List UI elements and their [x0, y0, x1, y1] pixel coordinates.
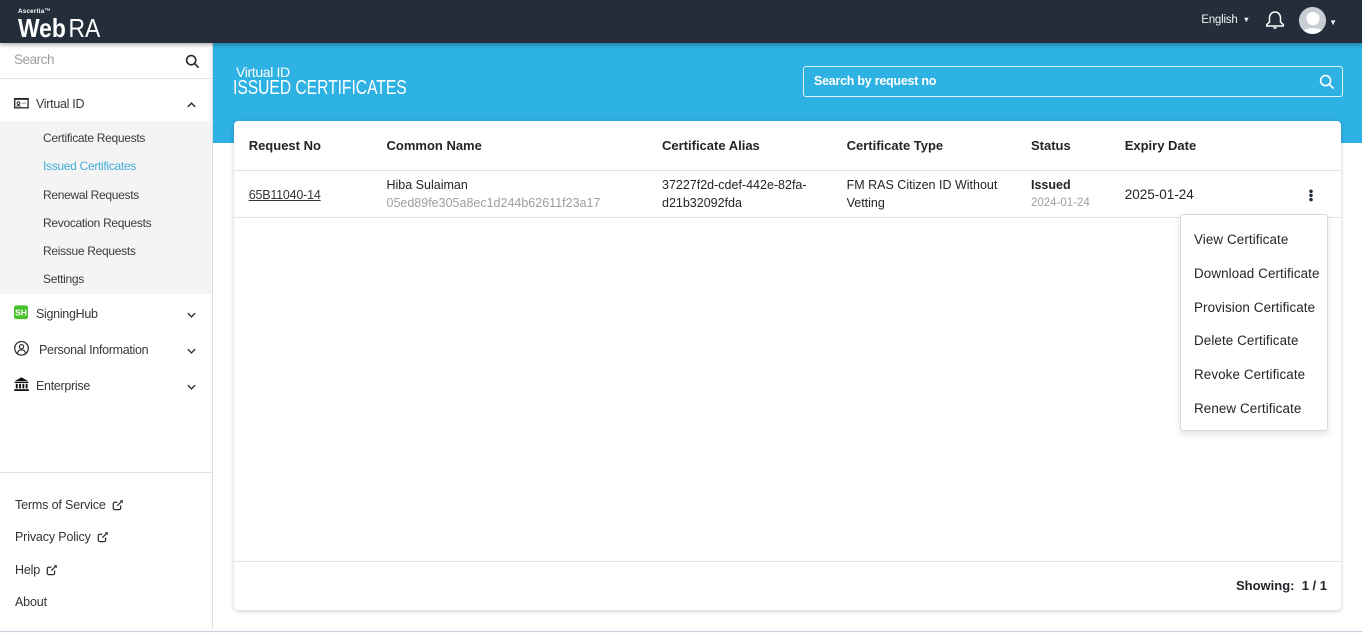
svg-text:SH: SH [15, 307, 27, 317]
